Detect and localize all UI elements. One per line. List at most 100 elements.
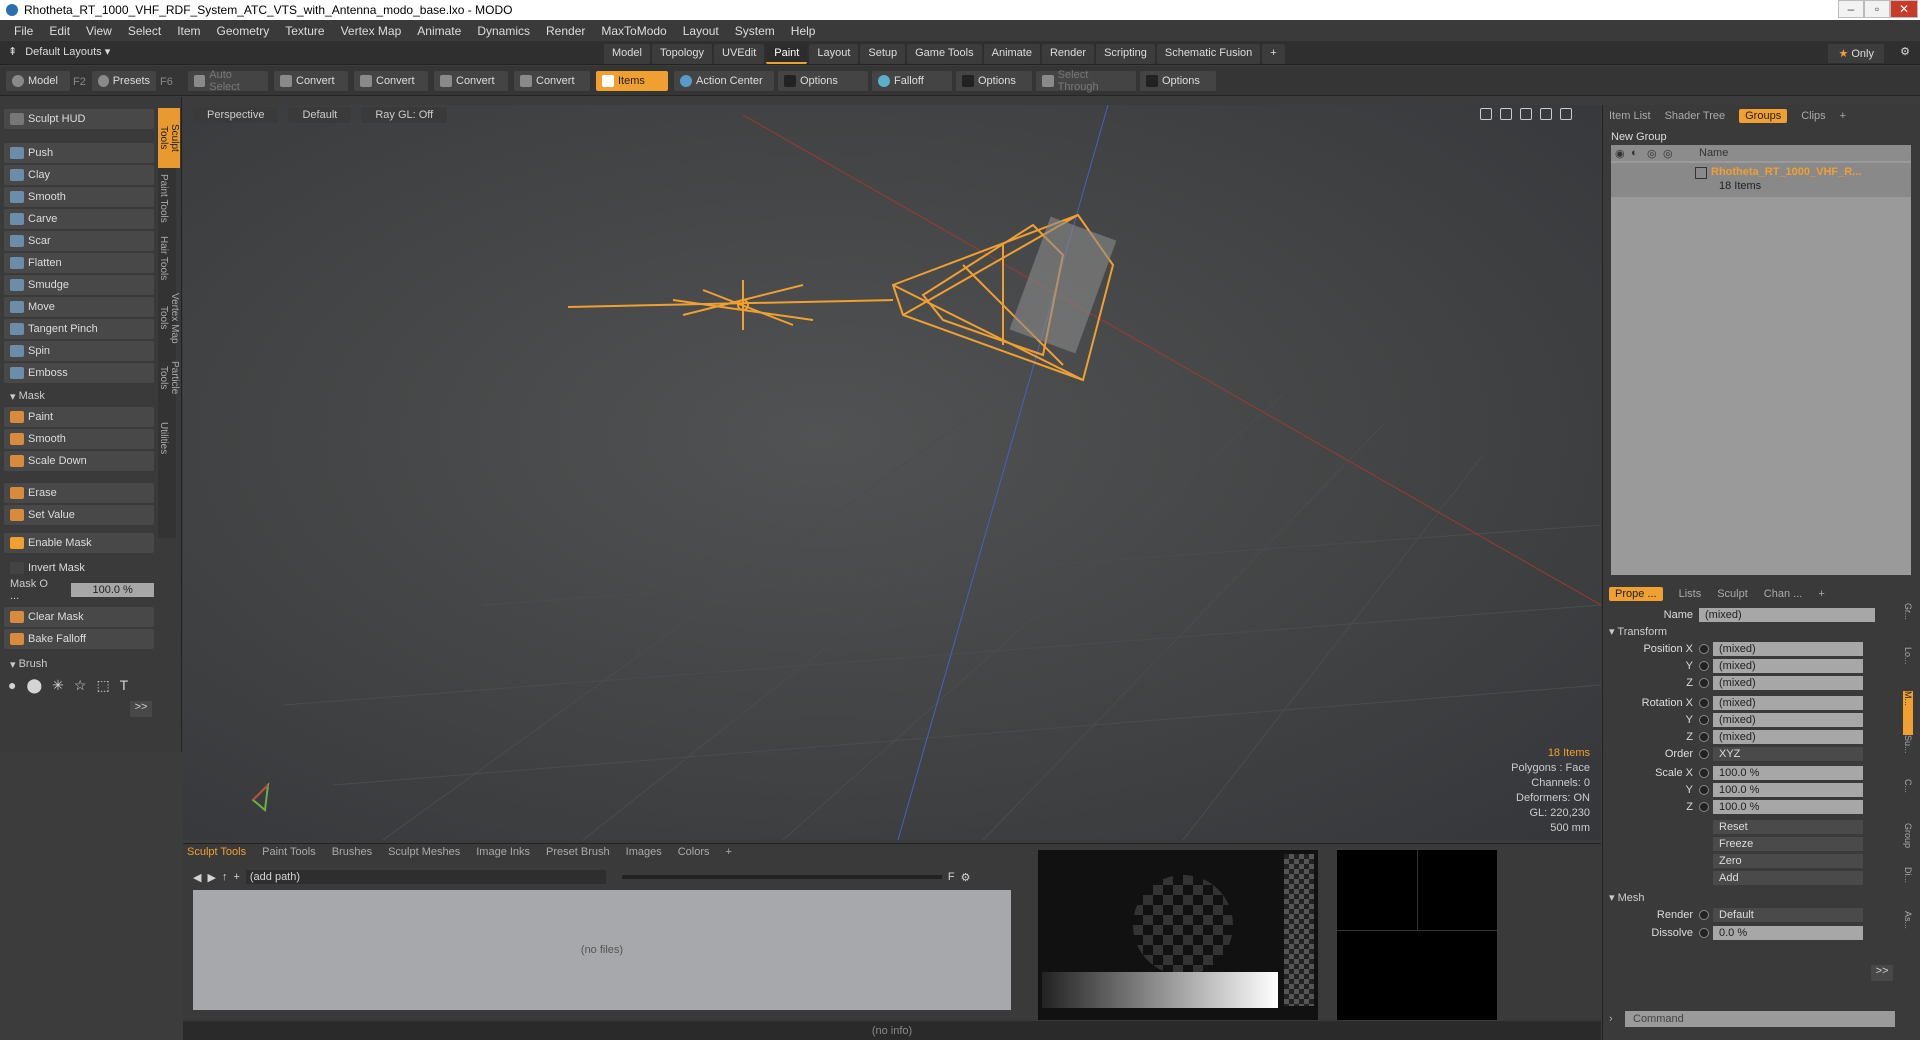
btab-brushes[interactable]: Brushes xyxy=(332,846,372,858)
btab-colors[interactable]: Colors xyxy=(678,846,710,858)
invert-mask-toggle[interactable]: Invert Mask xyxy=(4,558,154,578)
convert-button-1[interactable]: Convert xyxy=(274,71,348,91)
thumbnail-size-slider[interactable] xyxy=(621,875,942,879)
dissolve-field[interactable]: 0.0 % xyxy=(1713,926,1863,940)
btab-images[interactable]: Images xyxy=(626,846,662,858)
mask-scale-down[interactable]: Scale Down xyxy=(4,451,154,471)
vtab-sculpt-tools[interactable]: Sculpt Tools xyxy=(158,108,180,168)
tool-emboss[interactable]: Emboss xyxy=(4,363,154,383)
vtab-hair-tools[interactable]: Hair Tools xyxy=(158,228,169,288)
keyframe-dot-icon[interactable] xyxy=(1699,661,1709,671)
keyframe-dot-icon[interactable] xyxy=(1699,785,1709,795)
convert-button-2[interactable]: Convert xyxy=(354,71,428,91)
zoom-icon[interactable] xyxy=(1520,108,1532,120)
select-icon[interactable]: ◎ xyxy=(1663,147,1679,160)
tab-setup[interactable]: Setup xyxy=(860,44,906,64)
tool-scar[interactable]: Scar xyxy=(4,231,154,251)
tool-smudge[interactable]: Smudge xyxy=(4,275,154,295)
vtab-m[interactable]: M... xyxy=(1903,691,1913,735)
command-input[interactable]: Command xyxy=(1625,1011,1895,1027)
menu-render[interactable]: Render xyxy=(538,24,593,38)
tab-item-list[interactable]: Item List xyxy=(1609,110,1651,122)
vtab-paint-tools[interactable]: Paint Tools xyxy=(158,168,169,228)
freeze-dropdown[interactable]: Freeze xyxy=(1713,837,1863,851)
convert-button-4[interactable]: Convert xyxy=(514,71,590,91)
btab-sculpt-tools[interactable]: Sculpt Tools xyxy=(187,846,246,858)
clear-mask-button[interactable]: Clear Mask xyxy=(4,607,154,627)
splat-brush-icon[interactable]: ✳ xyxy=(52,677,64,694)
back-arrow-icon[interactable]: ◀ xyxy=(193,871,201,884)
position-y-field[interactable]: (mixed) xyxy=(1713,659,1863,673)
add-dropdown[interactable]: Add xyxy=(1713,871,1863,885)
menu-system[interactable]: System xyxy=(727,24,783,38)
zero-dropdown[interactable]: Zero xyxy=(1713,854,1863,868)
mask-smooth[interactable]: Smooth xyxy=(4,429,154,449)
brush-section-header[interactable]: ▾ Brush xyxy=(4,655,154,673)
maximize-viewport-icon[interactable] xyxy=(1540,108,1552,120)
menu-vertex-map[interactable]: Vertex Map xyxy=(333,24,410,38)
menu-dynamics[interactable]: Dynamics xyxy=(469,24,538,38)
items-mode-button[interactable]: Items xyxy=(596,71,668,91)
tool-smooth[interactable]: Smooth xyxy=(4,187,154,207)
vtab-lo[interactable]: Lo... xyxy=(1903,647,1913,691)
vtab-vertex-map-tools[interactable]: Vertex Map Tools xyxy=(158,288,180,348)
viewport-raygl-toggle[interactable]: Ray GL: Off xyxy=(361,107,448,123)
tool-clay[interactable]: Clay xyxy=(4,165,154,185)
action-center-button[interactable]: Action Center xyxy=(674,71,774,91)
action-center-options-button[interactable]: Options xyxy=(778,71,868,91)
btab-sculpt-meshes[interactable]: Sculpt Meshes xyxy=(388,846,460,858)
btab-image-inks[interactable]: Image Inks xyxy=(476,846,530,858)
mask-paint[interactable]: Paint xyxy=(4,407,154,427)
name-column[interactable]: Name xyxy=(1699,147,1728,159)
viewport-shading-dropdown[interactable]: Default xyxy=(288,107,352,123)
vtab-di[interactable]: Di... xyxy=(1903,867,1913,911)
up-folder-icon[interactable]: ↑ xyxy=(222,871,228,883)
tab-layout[interactable]: Layout xyxy=(809,44,859,64)
layout-arrow-icon[interactable]: ⇞ xyxy=(8,45,17,58)
presets-button[interactable]: Presets xyxy=(92,71,156,91)
render-icon[interactable]: ◐ xyxy=(1631,147,1647,159)
keyframe-dot-icon[interactable] xyxy=(1699,749,1709,759)
vtab-utilities[interactable]: Utilities xyxy=(158,408,169,468)
add-tab-icon[interactable]: + xyxy=(1818,588,1824,600)
star-brush-icon[interactable]: ☆ xyxy=(74,677,87,694)
tool-move[interactable]: Move xyxy=(4,297,154,317)
tab-schematic-fusion[interactable]: Schematic Fusion xyxy=(1156,44,1261,64)
reset-dropdown[interactable]: Reset xyxy=(1713,820,1863,834)
viewport-gear-icon[interactable] xyxy=(1560,108,1572,120)
forward-arrow-icon[interactable]: ▶ xyxy=(207,871,215,884)
vtab-gr[interactable]: Gr... xyxy=(1903,603,1913,647)
add-tab-icon[interactable]: + xyxy=(726,846,732,858)
keyframe-dot-icon[interactable] xyxy=(1699,802,1709,812)
keyframe-dot-icon[interactable] xyxy=(1699,768,1709,778)
more-properties-button[interactable]: >> xyxy=(1871,965,1893,981)
maximize-icon[interactable]: ▫ xyxy=(1864,0,1890,18)
text-brush-icon[interactable]: T xyxy=(120,677,129,694)
btab-paint-tools[interactable]: Paint Tools xyxy=(262,846,316,858)
mesh-section[interactable]: ▾ Mesh xyxy=(1609,891,1644,904)
tab-sculpt[interactable]: Sculpt xyxy=(1717,588,1748,600)
keyframe-dot-icon[interactable] xyxy=(1699,678,1709,688)
menu-view[interactable]: View xyxy=(78,24,120,38)
position-x-field[interactable]: (mixed) xyxy=(1713,642,1863,656)
menu-file[interactable]: File xyxy=(6,24,41,38)
mask-opacity-field[interactable]: 100.0 % xyxy=(71,583,154,597)
add-tab-icon[interactable]: + xyxy=(1262,44,1285,64)
tab-model[interactable]: Model xyxy=(604,44,650,64)
mask-set-value[interactable]: Set Value xyxy=(4,505,154,525)
scale-z-field[interactable]: 100.0 % xyxy=(1713,800,1863,814)
vtab-group[interactable]: Group xyxy=(1903,823,1913,867)
select-through-button[interactable]: Select Through xyxy=(1036,69,1136,93)
keyframe-dot-icon[interactable] xyxy=(1699,910,1709,920)
tab-channels[interactable]: Chan ... xyxy=(1764,588,1803,600)
pan-icon[interactable] xyxy=(1480,108,1492,120)
tool-carve[interactable]: Carve xyxy=(4,209,154,229)
name-field[interactable]: (mixed) xyxy=(1699,608,1875,622)
order-dropdown[interactable]: XYZ xyxy=(1713,747,1863,761)
rotation-z-field[interactable]: (mixed) xyxy=(1713,730,1863,744)
tab-clips[interactable]: Clips xyxy=(1801,110,1825,122)
scale-x-field[interactable]: 100.0 % xyxy=(1713,766,1863,780)
select-options-button[interactable]: Options xyxy=(1140,71,1216,91)
convert-button-3[interactable]: Convert xyxy=(434,71,508,91)
keyframe-dot-icon[interactable] xyxy=(1699,928,1709,938)
